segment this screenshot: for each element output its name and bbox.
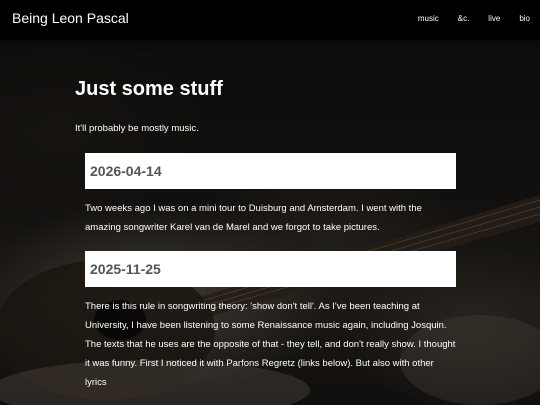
- post-text: There is this rule in songwriting theory…: [85, 301, 456, 388]
- main-content: Just some stuff It'll probably be mostly…: [75, 78, 457, 392]
- nav-link-live[interactable]: live: [488, 14, 500, 23]
- post-date-card: 2025-11-25: [85, 251, 456, 287]
- page-title: Just some stuff: [75, 78, 223, 100]
- nav-link-bio[interactable]: bio: [519, 14, 530, 23]
- nav-link-etc[interactable]: &c.: [458, 14, 470, 23]
- top-navbar: Being Leon Pascal music &c. live bio: [0, 0, 540, 40]
- post: 2026-04-14 Two weeks ago I was on a mini…: [75, 153, 457, 237]
- post-date-card: 2026-04-14: [85, 153, 456, 189]
- nav-link-music[interactable]: music: [418, 14, 439, 23]
- page-intro: It'll probably be mostly music.: [75, 123, 199, 134]
- post: 2025-11-25 There is this rule in songwri…: [75, 251, 457, 392]
- post-date: 2025-11-25: [90, 261, 161, 277]
- post-date: 2026-04-14: [90, 163, 162, 179]
- nav-links: music &c. live bio: [399, 14, 530, 23]
- post-text: Two weeks ago I was on a mini tour to Du…: [85, 203, 422, 233]
- site-brand-link[interactable]: Being Leon Pascal: [12, 10, 129, 26]
